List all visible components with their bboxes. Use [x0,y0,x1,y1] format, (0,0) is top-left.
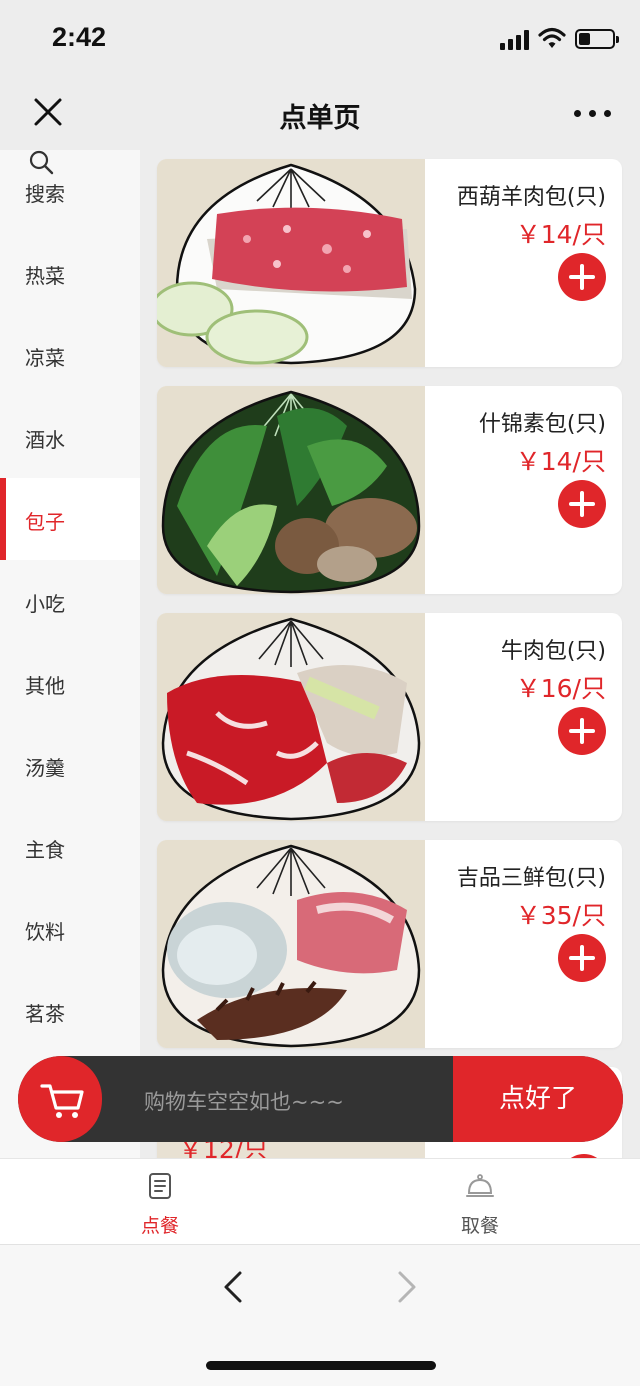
sidebar-item-tea[interactable]: 茗茶 [0,970,140,1052]
product-list: 西葫羊肉包(只) ￥14/只 什锦素包(只) ￥14/只 牛肉包(只) ￥16/… [140,150,640,1160]
battery-icon [575,29,619,49]
cart-bar: 购物车空空如也~~~ 点好了 [18,1056,623,1142]
more-icon[interactable] [572,98,614,128]
product-image [157,613,425,821]
product-image [157,840,425,1048]
order-page: 2:42 点单页 搜索 热菜 凉菜 酒水 包子 小吃 其他 汤羹 主食 饮料 茗… [0,0,640,1386]
add-to-cart-button[interactable] [558,480,606,528]
sidebar-item-staple[interactable]: 主食 [0,806,140,888]
sidebar-item-soups[interactable]: 汤羹 [0,724,140,806]
chevron-left-icon[interactable] [218,1269,248,1305]
sidebar-item-snacks[interactable]: 小吃 [0,560,140,642]
product-price: ￥14/只 [515,447,606,476]
sidebar-item-drinks-alcohol[interactable]: 酒水 [0,396,140,478]
sidebar-item-cold-dishes[interactable]: 凉菜 [0,314,140,396]
product-name: 牛肉包(只) [500,639,606,664]
cart-icon [40,1084,84,1118]
checkout-button[interactable]: 点好了 [453,1056,623,1142]
status-time: 2:42 [52,22,107,52]
menu-list-icon [149,1173,171,1199]
product-card[interactable]: 什锦素包(只) ￥14/只 [157,386,622,594]
add-to-cart-button[interactable] [558,934,606,982]
sidebar-item-label: 小吃 [25,592,65,616]
sidebar-item-label: 茗茶 [25,1002,65,1026]
tab-label: 取餐 [460,1215,499,1237]
tab-bar: 点餐 取餐 [0,1158,640,1244]
tab-pickup[interactable]: 取餐 [320,1159,640,1245]
product-price: ￥16/只 [515,674,606,703]
sidebar-item-label: 主食 [25,838,65,862]
sidebar-item-label: 汤羹 [25,756,65,780]
sidebar-item-label: 搜索 [25,182,65,206]
add-to-cart-button[interactable] [558,253,606,301]
sidebar-item-label: 包子 [25,510,65,534]
chevron-right-icon[interactable] [392,1269,422,1305]
cellular-signal-icon [500,30,532,50]
product-price: ￥35/只 [515,901,606,930]
page-title: 点单页 [279,103,361,134]
nav-bar: 点单页 [0,78,640,150]
sidebar-item-label: 其他 [25,674,65,698]
sidebar-item-label: 饮料 [25,920,65,944]
tab-order[interactable]: 点餐 [0,1159,320,1245]
sidebar-item-beverages[interactable]: 饮料 [0,888,140,970]
sidebar-item-label: 热菜 [25,264,65,288]
product-name: 西葫羊肉包(只) [456,185,606,210]
product-card[interactable]: 吉品三鲜包(只) ￥35/只 [157,840,622,1048]
sidebar-item-label: 酒水 [25,428,65,452]
search-icon [29,150,54,175]
product-name: 吉品三鲜包(只) [456,866,606,891]
sidebar-item-hot-dishes[interactable]: 热菜 [0,232,140,314]
sidebar-item-search[interactable]: 搜索 [0,150,140,232]
cart-button[interactable] [18,1056,102,1142]
status-bar: 2:42 [0,0,640,78]
product-name: 什锦素包(只) [478,412,606,437]
tab-label: 点餐 [140,1215,179,1237]
product-card[interactable]: 牛肉包(只) ￥16/只 [157,613,622,821]
sidebar-item-others[interactable]: 其他 [0,642,140,724]
product-price: ￥14/只 [515,220,606,249]
product-image [157,386,425,594]
browser-toolbar [0,1244,640,1386]
product-image [157,159,425,367]
product-card[interactable]: 西葫羊肉包(只) ￥14/只 [157,159,622,367]
add-to-cart-button[interactable] [558,707,606,755]
sidebar-item-buns[interactable]: 包子 [0,478,140,560]
active-indicator [0,478,6,560]
category-sidebar: 搜索 热菜 凉菜 酒水 包子 小吃 其他 汤羹 主食 饮料 茗茶 [0,150,140,1160]
sidebar-item-label: 凉菜 [25,346,65,370]
cloche-icon [466,1174,494,1197]
home-indicator [206,1361,436,1370]
cart-empty-text: 购物车空空如也~~~ [144,1090,344,1114]
wifi-icon [538,27,566,48]
